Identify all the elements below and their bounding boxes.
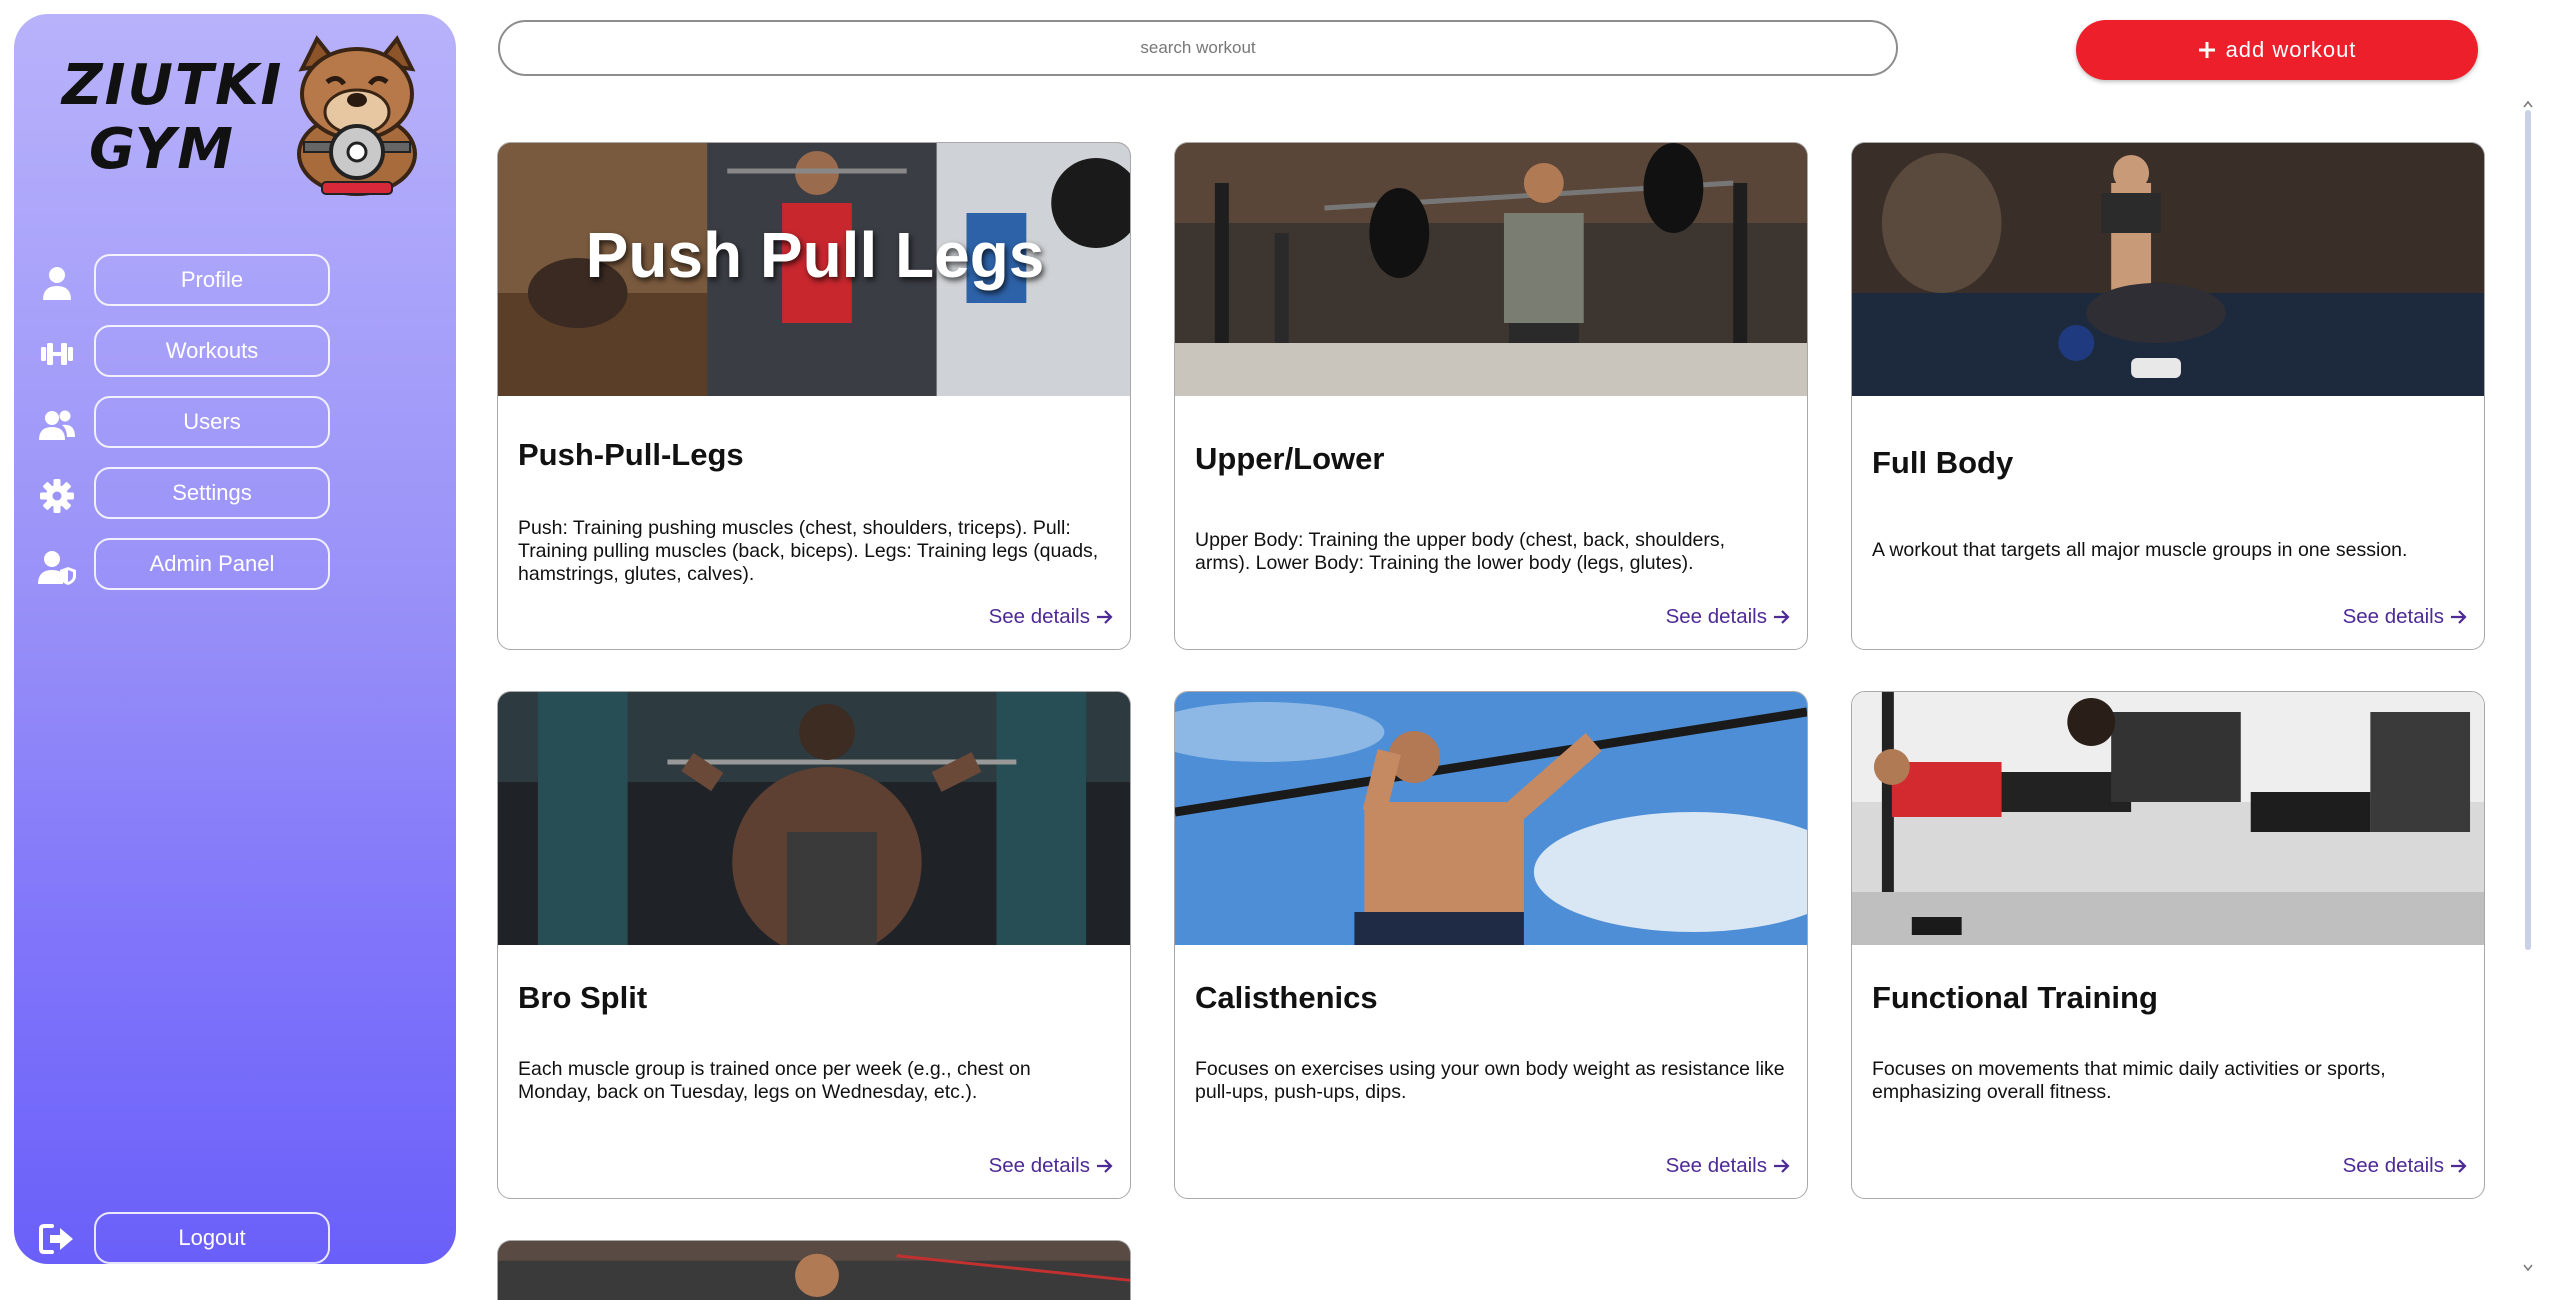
see-details-link[interactable]: See details <box>1666 605 1791 629</box>
scroll-down-icon[interactable] <box>2523 1264 2533 1272</box>
card-description: A workout that targets all major muscle … <box>1872 539 2408 561</box>
brand-logo[interactable]: ZIUTKI GYM <box>44 34 439 209</box>
settings-button[interactable]: Settings <box>94 467 330 519</box>
see-details-link[interactable]: See details <box>1666 1154 1791 1178</box>
see-details-label: See details <box>988 1154 1090 1177</box>
sidebar-item-workouts: Workouts <box>14 325 456 396</box>
workouts-button[interactable]: Workouts <box>94 325 330 377</box>
see-details-link[interactable]: See details <box>989 605 1114 629</box>
dumbbell-icon <box>41 343 73 365</box>
sidebar-item-admin-panel: Admin Panel <box>14 538 456 609</box>
profile-button[interactable]: Profile <box>94 254 330 306</box>
card-description: Focuses on exercises using your own body… <box>1195 1058 1785 1103</box>
workout-image <box>1175 143 1807 396</box>
arrow-right-icon <box>1774 1159 1790 1173</box>
sidebar-item-logout: Logout <box>14 1212 456 1264</box>
see-details-link[interactable]: See details <box>2343 605 2468 629</box>
workout-image <box>1852 143 2484 396</box>
add-workout-label: add workout <box>2225 37 2357 62</box>
arrow-right-icon <box>2451 1159 2467 1173</box>
workout-card-functional-training: Functional Training Focuses on movements… <box>1851 691 2485 1199</box>
scrollbar[interactable] <box>2522 100 2534 1280</box>
card-title: Calisthenics <box>1195 980 1378 1015</box>
workout-image <box>498 1241 1130 1300</box>
see-details-link[interactable]: See details <box>2343 1154 2468 1178</box>
card-title: Push-Pull-Legs <box>518 437 744 472</box>
card-title: Functional Training <box>1872 980 2158 1015</box>
search-input[interactable]: search workout <box>498 20 1898 76</box>
sidebar-item-profile: Profile <box>14 254 456 325</box>
users-icon <box>39 410 75 440</box>
workout-image <box>1175 692 1807 945</box>
users-button[interactable]: Users <box>94 396 330 448</box>
image-overlay-title: Push Pull Legs <box>585 219 1045 291</box>
arrow-right-icon <box>1097 1159 1113 1173</box>
workout-card-push-pull-legs: Push Pull Legs Push-Pull-Legs Push: Trai… <box>497 142 1131 650</box>
logout-icon <box>39 1224 73 1254</box>
see-details-label: See details <box>2342 605 2444 628</box>
gear-icon <box>40 479 74 513</box>
workout-card-calisthenics: Calisthenics Focuses on exercises using … <box>1174 691 1808 1199</box>
card-description: Focuses on movements that mimic daily ac… <box>1872 1058 2386 1103</box>
add-workout-button[interactable]: add workout <box>2076 20 2478 80</box>
workout-card-bro-split: Bro Split Each muscle group is trained o… <box>497 691 1131 1199</box>
bulldog-mascot-icon <box>297 35 417 196</box>
sidebar-item-settings: Settings <box>14 467 456 538</box>
user-icon <box>43 267 71 300</box>
workout-image <box>1852 692 2484 945</box>
sidebar-item-users: Users <box>14 396 456 467</box>
see-details-label: See details <box>1665 1154 1767 1177</box>
workout-card-partial <box>497 1240 1131 1300</box>
logout-button[interactable]: Logout <box>94 1212 330 1264</box>
workout-image <box>498 692 1130 945</box>
card-description: Upper Body: Training the upper body (che… <box>1195 529 1726 574</box>
arrow-right-icon <box>1774 610 1790 624</box>
scrollbar-thumb[interactable] <box>2525 110 2531 950</box>
brand-name: ZIUTKI GYM <box>62 53 284 182</box>
admin-panel-button[interactable]: Admin Panel <box>94 538 330 590</box>
card-title: Bro Split <box>518 980 648 1015</box>
plus-icon <box>2198 42 2215 58</box>
card-title: Upper/Lower <box>1195 441 1385 476</box>
arrow-right-icon <box>2451 610 2467 624</box>
card-title: Full Body <box>1872 445 2014 480</box>
scroll-up-icon[interactable] <box>2523 100 2533 108</box>
card-description: Each muscle group is trained once per we… <box>518 1058 1031 1103</box>
see-details-link[interactable]: See details <box>989 1154 1114 1178</box>
see-details-label: See details <box>2342 1154 2444 1177</box>
card-description: Push: Training pushing muscles (chest, s… <box>518 517 1099 585</box>
see-details-label: See details <box>988 605 1090 628</box>
workout-card-full-body: Full Body A workout that targets all maj… <box>1851 142 2485 650</box>
user-shield-icon <box>38 551 76 585</box>
see-details-label: See details <box>1665 605 1767 628</box>
arrow-right-icon <box>1097 610 1113 624</box>
sidebar-nav: Profile Workouts Users Settings Admin Pa… <box>14 254 456 609</box>
workout-card-upper-lower: Upper/Lower Upper Body: Training the upp… <box>1174 142 1808 650</box>
sidebar: ZIUTKI GYM Profile Workouts Users Settin… <box>14 14 456 1264</box>
